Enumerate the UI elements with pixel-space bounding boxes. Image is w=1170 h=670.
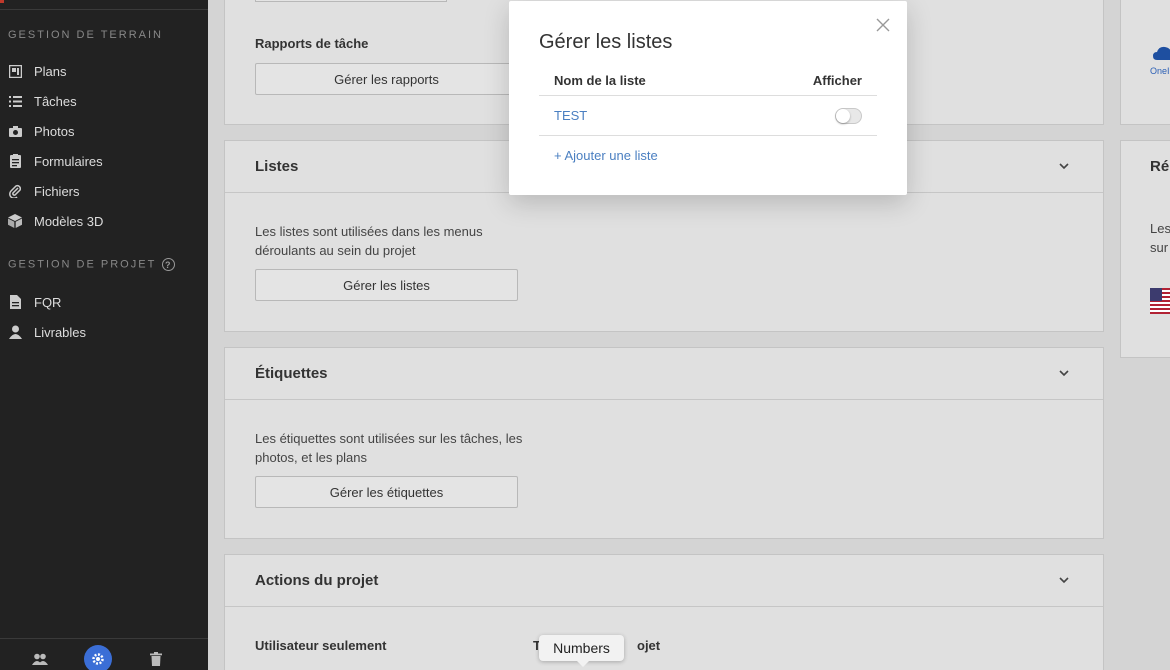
- numbers-tooltip: Numbers: [539, 635, 624, 667]
- chevron-down-icon[interactable]: [1059, 368, 1069, 378]
- manage-lists-button[interactable]: Gérer les listes: [255, 269, 518, 301]
- sidebar-item-fichiers[interactable]: Fichiers: [8, 180, 80, 202]
- divider: [539, 95, 877, 96]
- etiquettes-header[interactable]: Étiquettes: [225, 348, 1103, 400]
- trash-icon[interactable]: [142, 645, 170, 670]
- chevron-down-icon[interactable]: [1059, 161, 1069, 171]
- sidebar-item-label: FQR: [34, 294, 62, 310]
- toggle-knob: [836, 109, 850, 123]
- right-integration-card: OneI: [1120, 0, 1170, 125]
- close-icon[interactable]: [875, 17, 891, 33]
- sidebar-item-fqr[interactable]: FQR: [8, 291, 61, 313]
- sidebar-footer: [0, 638, 208, 670]
- etiquettes-description: Les étiquettes sont utilisées sur les tâ…: [255, 431, 523, 465]
- right-title-fragment: Rép: [1150, 158, 1170, 175]
- sidebar-item-label: Modèles 3D: [34, 213, 104, 229]
- etiquettes-title: Étiquettes: [255, 365, 328, 382]
- us-flag-icon[interactable]: [1150, 288, 1170, 314]
- section-project-heading: GESTION DE PROJET?: [8, 258, 176, 271]
- divider: [539, 135, 877, 136]
- manage-lists-modal: Gérer les listes Nom de la liste Affiche…: [509, 1, 907, 195]
- users-icon[interactable]: [26, 645, 54, 670]
- settings-gear-icon[interactable]: [84, 645, 112, 670]
- listes-title: Listes: [255, 158, 299, 175]
- sidebar-item-livrables[interactable]: Livrables: [8, 321, 86, 343]
- user-icon: [8, 325, 22, 339]
- sidebar-item-photos[interactable]: Photos: [8, 120, 74, 142]
- manage-tags-button[interactable]: Gérer les étiquettes: [255, 476, 518, 508]
- sidebar-item-modeles-3d[interactable]: Modèles 3D: [8, 210, 103, 232]
- actions-title: Actions du projet: [255, 572, 379, 589]
- onedrive-label: OneI: [1150, 66, 1170, 76]
- camera-icon: [8, 124, 22, 138]
- sidebar-item-label: Tâches: [34, 93, 77, 109]
- actions-header[interactable]: Actions du projet: [225, 555, 1103, 607]
- add-list-link[interactable]: + Ajouter une liste: [554, 148, 658, 163]
- onedrive-cloud-icon: [1153, 46, 1170, 60]
- chevron-down-icon[interactable]: [1059, 575, 1069, 585]
- sidebar-item-plans[interactable]: Plans: [8, 60, 67, 82]
- sidebar-item-label: Fichiers: [34, 183, 80, 199]
- clipboard-icon: [8, 154, 22, 168]
- brand-accent: [0, 0, 4, 3]
- sidebar-item-label: Photos: [34, 123, 75, 139]
- sidebar-item-label: Livrables: [34, 324, 87, 340]
- user-only-label: Utilisateur seulement: [255, 638, 387, 653]
- right-text-line1: Les: [1150, 221, 1170, 236]
- actions-card: Actions du projet Utilisateur seulement …: [224, 554, 1104, 670]
- right-region-card: Rép Les sur: [1120, 140, 1170, 358]
- section-field-heading: GESTION DE TERRAIN: [8, 29, 163, 41]
- document-icon: [8, 295, 22, 309]
- sidebar-item-label: Plans: [34, 63, 67, 79]
- show-toggle[interactable]: [835, 108, 862, 124]
- project-label-end: ojet: [637, 638, 661, 653]
- paperclip-icon: [8, 184, 22, 198]
- sidebar: GESTION DE TERRAIN Plans Tâches Photos F…: [0, 0, 208, 670]
- list-icon: [8, 94, 22, 108]
- cube-icon: [8, 214, 22, 228]
- column-header-name: Nom de la liste: [554, 73, 646, 88]
- help-icon[interactable]: ?: [162, 258, 176, 271]
- sidebar-item-formulaires[interactable]: Formulaires: [8, 150, 103, 172]
- sidebar-item-label: Formulaires: [34, 153, 103, 169]
- manage-reports-button[interactable]: Gérer les rapports: [255, 63, 518, 95]
- top-cut-button[interactable]: [255, 0, 447, 2]
- modal-title: Gérer les listes: [539, 31, 673, 53]
- rapports-label: Rapports de tâche: [255, 36, 369, 51]
- etiquettes-card: Étiquettes Les étiquettes sont utilisées…: [224, 347, 1104, 539]
- plans-icon: [8, 64, 22, 78]
- list-item-name[interactable]: TEST: [554, 108, 587, 123]
- column-header-show: Afficher: [812, 73, 862, 88]
- right-text-line2: sur: [1150, 240, 1169, 255]
- sidebar-item-taches[interactable]: Tâches: [8, 90, 77, 112]
- listes-description: Les listes sont utilisées dans les menus…: [255, 224, 483, 258]
